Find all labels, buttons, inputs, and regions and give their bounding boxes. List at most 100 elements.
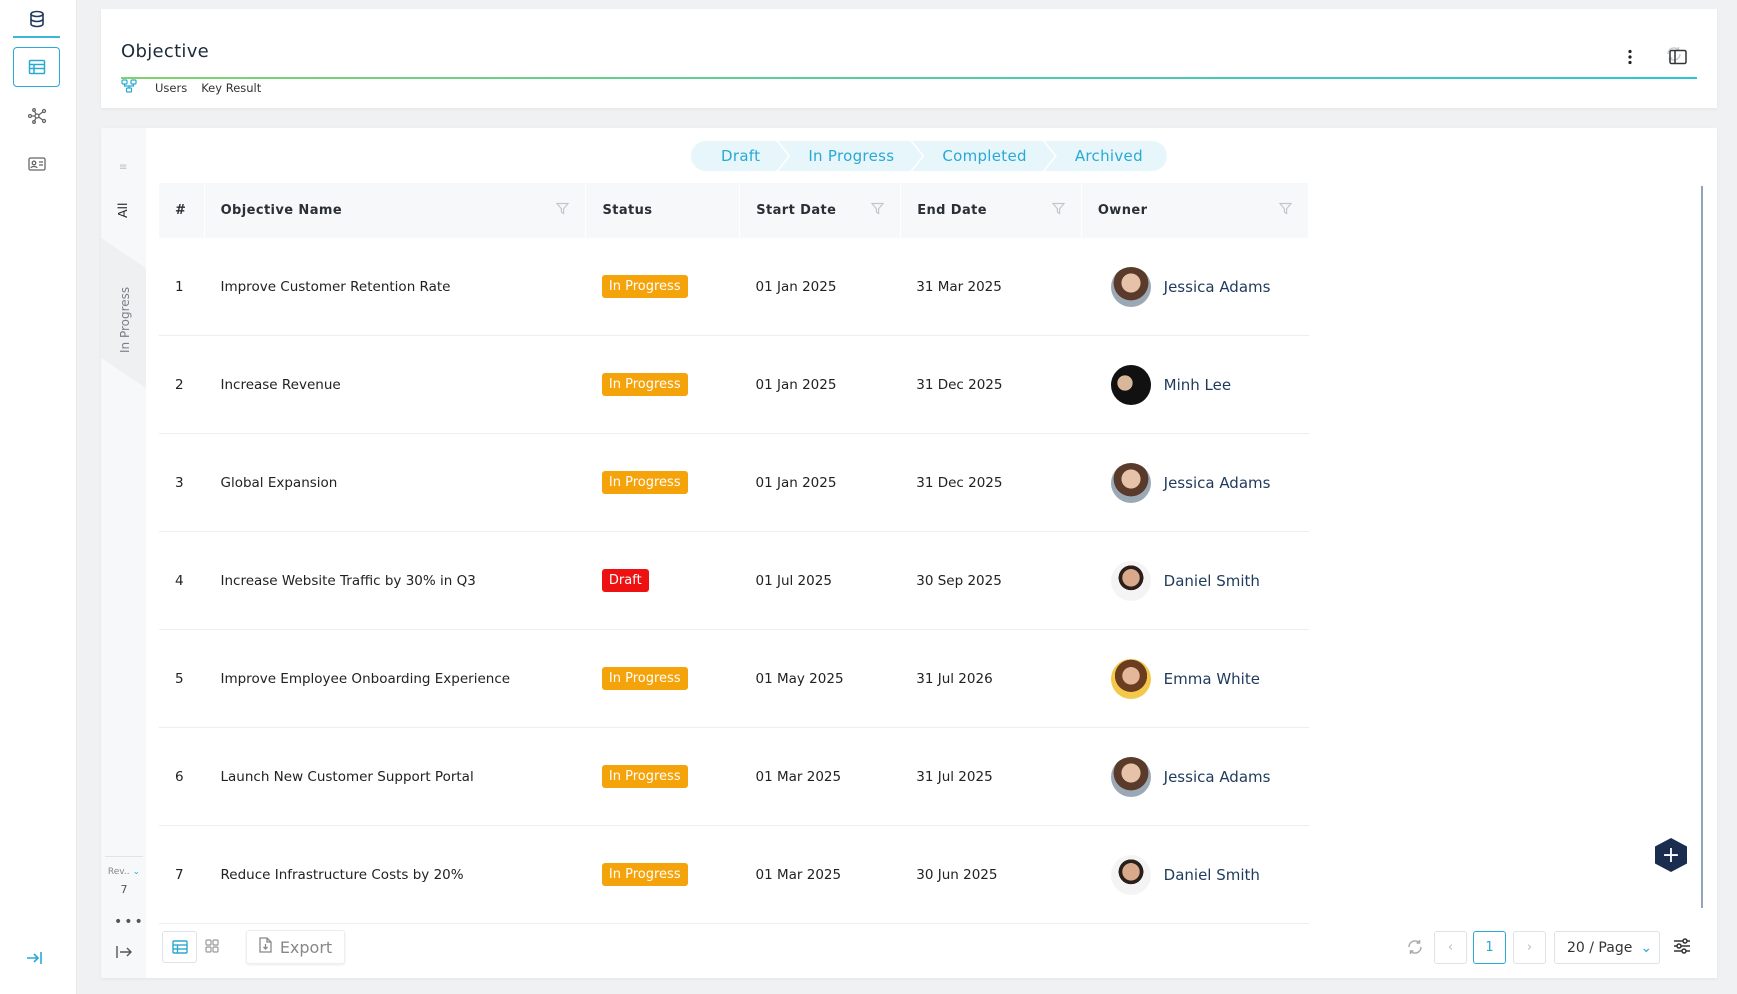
id-card-icon[interactable] (13, 144, 60, 184)
row-number: 4 (175, 572, 184, 589)
owner-cell[interactable]: Daniel Smith (1081, 532, 1309, 629)
list-view-button[interactable] (162, 931, 197, 963)
next-page-button[interactable]: › (1513, 931, 1546, 964)
status-pipeline: Draft In Progress Completed Archived (691, 141, 1167, 171)
row-number: 2 (175, 376, 184, 393)
col-header-number[interactable]: # (159, 183, 205, 238)
title-underline (121, 77, 1697, 79)
col-header-end-date[interactable]: End Date (901, 183, 1082, 238)
col-header-start-date[interactable]: Start Date (740, 183, 902, 238)
stage-draft[interactable]: Draft (691, 141, 788, 171)
left-rail (0, 0, 77, 994)
end-date: 31 Mar 2025 (916, 278, 1002, 295)
status-badge: In Progress (601, 275, 688, 298)
page-title: Objective (121, 41, 210, 62)
objective-name[interactable]: Increase Revenue (204, 336, 585, 433)
subnav-users[interactable]: Users (155, 81, 187, 95)
filter-icon[interactable] (1278, 202, 1293, 219)
row-number: 1 (175, 278, 184, 295)
current-page-button[interactable]: 1 (1473, 931, 1506, 964)
add-record-button[interactable]: + (1655, 838, 1687, 872)
refresh-icon[interactable] (1406, 938, 1424, 960)
grid-view-icon[interactable] (205, 938, 219, 957)
owner-name: Jessica Adams (1163, 767, 1271, 786)
subnav-key-result[interactable]: Key Result (201, 81, 261, 95)
settings-sliders-icon[interactable] (1673, 938, 1691, 958)
status-cell: In Progress (586, 826, 740, 923)
vertical-scrollbar[interactable] (1701, 186, 1703, 908)
revision-label: Rev.. (107, 867, 130, 877)
previous-page-button[interactable]: ‹ (1434, 931, 1467, 964)
hierarchy-icon[interactable] (121, 79, 137, 96)
owner-cell[interactable]: Jessica Adams (1081, 728, 1309, 825)
objective-name[interactable]: Improve Customer Retention Rate (204, 238, 585, 335)
owner-cell[interactable]: Minh Lee (1081, 336, 1309, 433)
avatar (1110, 560, 1151, 601)
owner-cell[interactable]: Daniel Smith (1081, 826, 1309, 923)
owner-name: Daniel Smith (1163, 865, 1260, 884)
col-header-owner[interactable]: Owner (1082, 183, 1309, 238)
avatar (1110, 854, 1151, 895)
owner-name: Emma White (1163, 669, 1260, 688)
status-cell: In Progress (586, 336, 740, 433)
objective-name[interactable]: Improve Employee Onboarding Experience (204, 630, 585, 727)
row-number: 5 (175, 670, 184, 687)
more-vertical-icon[interactable] (1627, 49, 1633, 69)
file-export-icon (259, 937, 272, 957)
filter-icon[interactable] (556, 202, 570, 219)
start-date: 01 Mar 2025 (755, 866, 842, 883)
more-horizontal-icon[interactable]: ••• (114, 914, 145, 930)
start-date: 01 Mar 2025 (755, 768, 842, 785)
filter-icon[interactable] (1051, 202, 1066, 219)
end-date: 31 Dec 2025 (916, 376, 1003, 393)
network-graph-icon[interactable] (13, 96, 60, 136)
export-button[interactable]: Export (246, 930, 345, 964)
status-badge: In Progress (601, 667, 688, 690)
table-row[interactable]: 5 Improve Employee Onboarding Experience… (159, 630, 1309, 728)
status-cell: In Progress (586, 630, 740, 727)
sub-navigation: Users Key Result (121, 79, 261, 96)
table-row[interactable]: 1 Improve Customer Retention Rate In Pro… (159, 238, 1309, 336)
avatar (1110, 266, 1151, 307)
owner-cell[interactable]: Jessica Adams (1081, 434, 1309, 531)
expand-sidebar-icon[interactable] (26, 950, 44, 969)
side-panel-icon[interactable] (1669, 49, 1687, 69)
start-date: 01 Jan 2025 (755, 474, 837, 491)
table-view-icon[interactable] (13, 47, 60, 87)
objective-name[interactable]: Increase Website Traffic by 30% in Q3 (204, 532, 585, 629)
revision-selector[interactable]: Rev.. ⌄ 7 (105, 856, 143, 896)
col-header-objective-name[interactable]: Objective Name (205, 183, 587, 238)
table-row[interactable]: 4 Increase Website Traffic by 30% in Q3 … (159, 532, 1309, 630)
table-row[interactable]: 2 Increase Revenue In Progress 01 Jan 20… (159, 336, 1309, 434)
col-header-status[interactable]: Status (586, 183, 741, 238)
avatar (1110, 658, 1151, 699)
stage-in-progress[interactable]: In Progress (778, 141, 922, 171)
status-badge: In Progress (601, 471, 688, 494)
owner-cell[interactable]: Emma White (1081, 630, 1309, 727)
row-number: 3 (175, 474, 184, 491)
table-row[interactable]: 6 Launch New Customer Support Portal In … (159, 728, 1309, 826)
objective-name[interactable]: Reduce Infrastructure Costs by 20% (204, 826, 585, 923)
objective-name[interactable]: Launch New Customer Support Portal (204, 728, 585, 825)
table-row[interactable]: 7 Reduce Infrastructure Costs by 20% In … (159, 826, 1309, 924)
title-field[interactable]: Objective (121, 31, 1697, 79)
stage-archived[interactable]: Archived (1044, 141, 1167, 171)
database-icon[interactable] (13, 2, 60, 38)
owner-cell[interactable]: Jessica Adams (1081, 238, 1309, 335)
table-body: 1 Improve Customer Retention Rate In Pro… (159, 238, 1309, 924)
objective-name[interactable]: Global Expansion (204, 434, 585, 531)
main-panel: ≡ All In Progress Rev.. ⌄ 7 ••• Draft In… (101, 128, 1717, 978)
filter-icon[interactable] (870, 202, 885, 219)
table-row[interactable]: 3 Global Expansion In Progress 01 Jan 20… (159, 434, 1309, 532)
object-header: Objective Users Key Result (101, 9, 1717, 108)
objectives-table: # Objective Name Status Start Date End D… (159, 183, 1309, 924)
page-size-select[interactable]: 20 / Page ⌄ (1554, 931, 1660, 964)
status-cell: In Progress (586, 434, 740, 531)
stage-completed[interactable]: Completed (912, 141, 1055, 171)
status-badge: Draft (601, 569, 649, 592)
exit-icon[interactable] (115, 944, 133, 963)
chevron-down-icon: ⌄ (132, 867, 141, 877)
owner-name: Jessica Adams (1163, 277, 1271, 296)
avatar (1110, 462, 1151, 503)
status-cell: In Progress (586, 728, 740, 825)
